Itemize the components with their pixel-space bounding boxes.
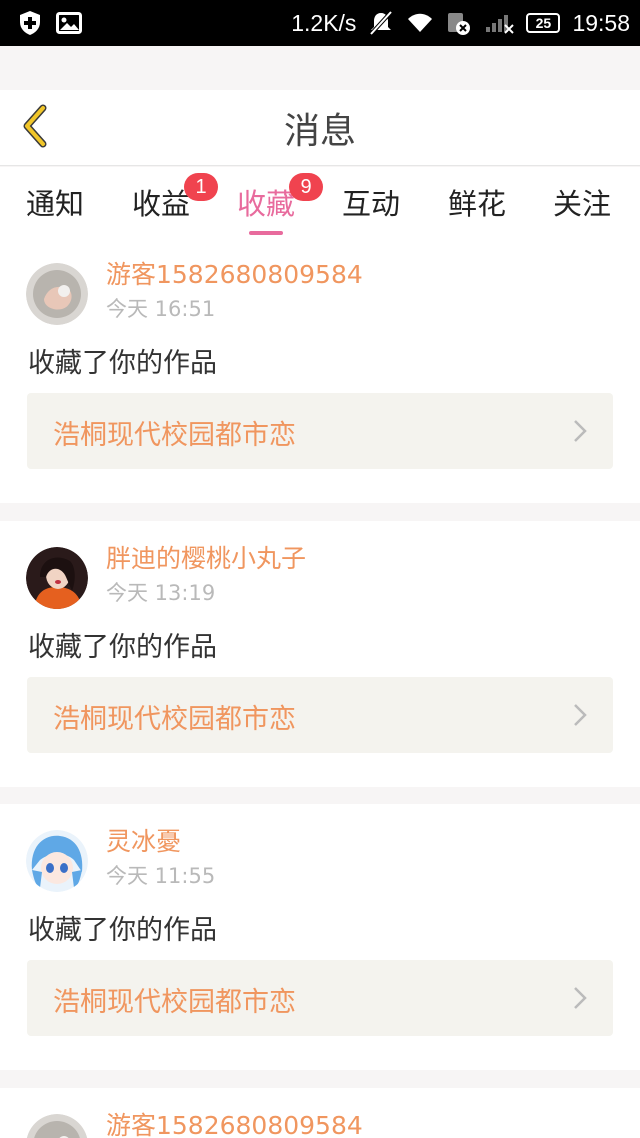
tab-label: 互动: [342, 187, 401, 221]
top-spacer: [0, 46, 640, 90]
tab-following[interactable]: 关注: [553, 167, 611, 239]
tab-label: 鲜花: [448, 187, 507, 221]
image-icon: [56, 12, 82, 34]
tab-favorites[interactable]: 收藏 9: [237, 167, 324, 239]
clock: 19:58: [572, 9, 630, 36]
work-title: 浩桐现代校园都市恋: [53, 987, 296, 1018]
timestamp: 今天 16:51: [106, 297, 216, 321]
avatar[interactable]: [26, 263, 88, 325]
timestamp: 今天 11:55: [106, 864, 216, 888]
tab-bar: 通知 收益 1 收藏 9 互动 鲜花 关注: [0, 167, 640, 239]
action-text: 收藏了你的作品: [28, 632, 217, 663]
unread-badge: 1: [184, 173, 219, 201]
tab-label: 通知: [26, 187, 85, 221]
work-title: 浩桐现代校园都市恋: [53, 704, 296, 735]
tab-label: 关注: [553, 187, 612, 221]
tab-notification[interactable]: 通知: [26, 167, 84, 239]
chevron-left-icon: [19, 104, 49, 152]
work-title: 浩桐现代校园都市恋: [53, 420, 296, 451]
avatar[interactable]: [26, 1114, 88, 1138]
status-bar: 1.2K/s 25 19:58: [0, 0, 640, 46]
chevron-right-icon: [573, 986, 587, 1010]
message-card: 灵冰憂 今天 11:55 收藏了你的作品 浩桐现代校园都市恋: [0, 804, 640, 1070]
page-title: 消息: [283, 110, 356, 152]
wifi-icon: [406, 12, 434, 34]
tab-interaction[interactable]: 互动: [342, 167, 400, 239]
avatar[interactable]: [26, 830, 88, 892]
header: 消息: [0, 90, 640, 166]
unread-badge: 9: [289, 173, 324, 201]
tab-earnings[interactable]: 收益 1: [132, 167, 219, 239]
battery-icon: 25: [526, 13, 561, 33]
action-text: 收藏了你的作品: [28, 348, 217, 379]
tab-label: 收益 1: [132, 173, 219, 223]
username[interactable]: 游客1582680809584: [106, 1106, 363, 1138]
timestamp: 今天 13:19: [106, 581, 216, 605]
message-card: 胖迪的樱桃小丸子 今天 13:19 收藏了你的作品 浩桐现代校园都市恋: [0, 521, 640, 787]
message-card: 游客1582680809584: [0, 1088, 640, 1138]
back-button[interactable]: [14, 104, 54, 152]
chevron-right-icon: [573, 419, 587, 443]
mute-icon: [368, 10, 394, 36]
tab-label-text: 收藏: [237, 187, 296, 221]
work-link[interactable]: 浩桐现代校园都市恋: [27, 677, 613, 753]
username[interactable]: 灵冰憂: [106, 822, 181, 858]
net-speed: 1.2K/s: [291, 9, 357, 36]
username[interactable]: 胖迪的樱桃小丸子: [106, 539, 306, 575]
action-text: 收藏了你的作品: [28, 915, 217, 946]
tab-flowers[interactable]: 鲜花: [448, 167, 506, 239]
avatar[interactable]: [26, 547, 88, 609]
signal-icon: [484, 12, 515, 34]
username[interactable]: 游客1582680809584: [106, 255, 363, 291]
message-card: 游客1582680809584 今天 16:51 收藏了你的作品 浩桐现代校园都…: [0, 237, 640, 503]
active-tab-indicator: [249, 231, 283, 235]
work-link[interactable]: 浩桐现代校园都市恋: [27, 960, 613, 1036]
tab-label-text: 收益: [132, 187, 191, 221]
tab-label: 收藏 9: [237, 173, 324, 223]
chevron-right-icon: [573, 703, 587, 727]
work-link[interactable]: 浩桐现代校园都市恋: [27, 393, 613, 469]
shield-plus-icon: [18, 10, 42, 36]
sim-error-icon: [446, 10, 472, 36]
